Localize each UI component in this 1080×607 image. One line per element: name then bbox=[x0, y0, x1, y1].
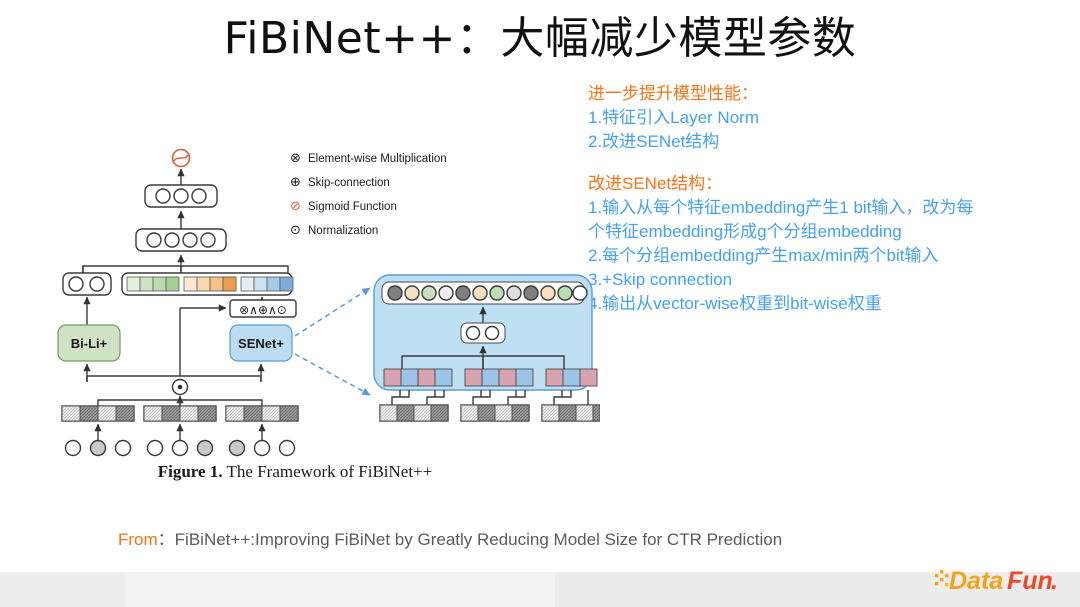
source-title: FiBiNet++:Improving FiBiNet by Greatly R… bbox=[174, 530, 783, 549]
datafun-logo: Data Fun . bbox=[935, 561, 1075, 601]
slide-root: FiBiNet++：大幅减少模型参数 进一步提升模型性能： 1.特征引入Laye… bbox=[0, 0, 1080, 607]
legend-symbol-1: ⊕ bbox=[290, 175, 301, 190]
legend-symbol-2: ⊘ bbox=[290, 199, 301, 214]
legend-symbol-0: ⊗ bbox=[290, 151, 301, 166]
operator-label: ⊗∧⊕∧⊙ bbox=[239, 303, 287, 317]
figure-caption: Figure 1. The Framework of FiBiNet++ bbox=[60, 462, 530, 482]
logo-text-data: Data bbox=[949, 567, 1003, 595]
legend-label-1: Skip-connection bbox=[308, 177, 390, 189]
framework-diagram-svg: Bi-Li+ SENet+ ⊗∧⊕∧⊙ ⊗ Element-wise Multi… bbox=[57, 148, 600, 457]
dashed-connector-top bbox=[294, 287, 371, 337]
source-label: From bbox=[118, 530, 158, 549]
embedding-strip bbox=[121, 272, 294, 296]
section2-item-1: 个特征embedding形成g个分组embedding bbox=[588, 222, 902, 241]
field-group-2 bbox=[143, 405, 217, 457]
logo-text-dot: . bbox=[1051, 567, 1058, 595]
logo-text-fun: Fun bbox=[1007, 567, 1053, 595]
dashed-connector-bottom bbox=[294, 353, 371, 396]
notes-gap bbox=[588, 154, 1080, 172]
legend-label-0: Element-wise Multiplication bbox=[308, 153, 447, 165]
notes-section-performance: 进一步提升模型性能： 1.特征引入Layer Norm 2.改进SENet结构 bbox=[588, 82, 1080, 154]
section1-item-1: 2.改进SENet结构 bbox=[588, 132, 720, 151]
output-layer bbox=[144, 184, 218, 208]
section2-item-3: 3.+Skip connection bbox=[588, 270, 733, 289]
section1-item-0: 1.特征引入Layer Norm bbox=[588, 108, 759, 127]
hidden-layer bbox=[135, 228, 227, 252]
section2-item-4: 4.输出从vector-wise权重到bit-wise权重 bbox=[588, 294, 882, 313]
datafun-logo-svg: Data Fun . bbox=[935, 567, 1058, 595]
footer-segment-left bbox=[0, 572, 125, 607]
notes-section-senet: 改进SENet结构： 1.输入从每个特征embedding产生1 bit输入，改… bbox=[588, 172, 1080, 316]
bilinear-output-units bbox=[62, 272, 112, 296]
figure-caption-text: The Framework of FiBiNet++ bbox=[222, 462, 433, 481]
panel-base-blocks bbox=[379, 404, 600, 422]
senet-label: SENet+ bbox=[238, 336, 284, 351]
panel-base-connectors bbox=[391, 390, 589, 405]
section2-item-0: 1.输入从每个特征embedding产生1 bit输入，改为每 bbox=[588, 198, 974, 217]
source-line: From：FiBiNet++:Improving FiBiNet by Grea… bbox=[118, 525, 782, 550]
notes-column: 进一步提升模型性能： 1.特征引入Layer Norm 2.改进SENet结构 … bbox=[588, 82, 1080, 316]
source-separator: ： bbox=[157, 530, 175, 549]
legend-symbol-3: ⊙ bbox=[290, 223, 301, 238]
section2-heading: 改进SENet结构： bbox=[588, 174, 723, 193]
footer-segment-mid bbox=[125, 572, 555, 607]
senet-detail-panel bbox=[373, 274, 598, 391]
field-group-1 bbox=[61, 405, 135, 457]
diagram-legend: ⊗ Element-wise Multiplication ⊕ Skip-con… bbox=[290, 151, 447, 238]
section2-item-2: 2.每个分组embedding产生max/min两个bit输入 bbox=[588, 246, 939, 265]
legend-label-2: Sigmoid Function bbox=[308, 201, 397, 213]
logo-dots-icon bbox=[935, 570, 949, 587]
bi-li-label: Bi-Li+ bbox=[71, 336, 108, 351]
page-title: FiBiNet++：大幅减少模型参数 bbox=[223, 13, 857, 64]
field-group-3 bbox=[225, 405, 299, 457]
framework-figure: Bi-Li+ SENet+ ⊗∧⊕∧⊙ ⊗ Element-wise Multi… bbox=[40, 140, 600, 460]
footer-band bbox=[0, 572, 1080, 607]
senet-bit-cells bbox=[383, 368, 598, 387]
figure-caption-prefix: Figure 1. bbox=[157, 462, 223, 481]
legend-label-3: Normalization bbox=[308, 225, 378, 237]
section1-heading: 进一步提升模型性能： bbox=[588, 84, 758, 103]
